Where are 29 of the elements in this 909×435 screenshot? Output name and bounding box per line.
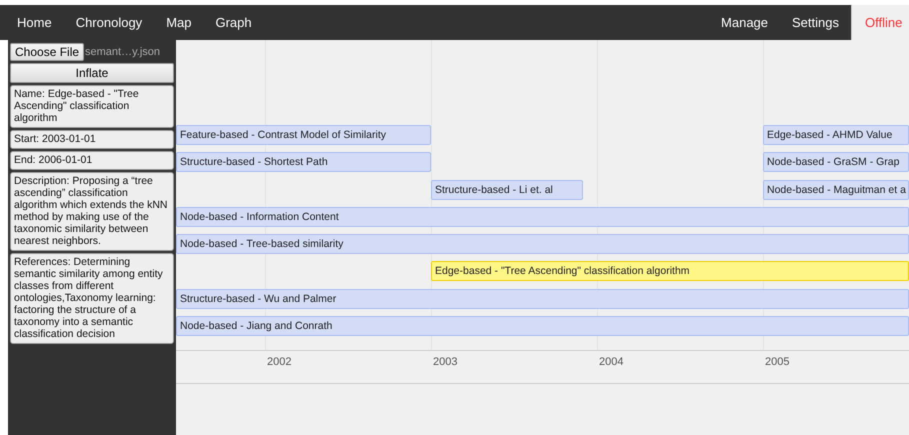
detail-field: Name: Edge-based - "Tree Ascending" classification algorithm [10,85,174,128]
timeline-item[interactable]: Node-based - Jiang and Conrath [176,316,909,336]
timeline-item[interactable]: Structure-based - Shortest Path [176,152,431,172]
file-name: semant…y.json [85,46,160,58]
detail-field: Description: Proposing a “tree ascending” classification algorithm which extends the kNN method by making use of the taxonomic similarity between nearest neighbors. [10,172,174,251]
timeline-item[interactable]: Node-based - Maguitman et a [763,180,909,200]
timeline-item[interactable]: Structure-based - Li et. al [431,180,583,200]
year-label: 2003 [433,356,458,368]
timeline-item[interactable]: Node-based - GraSM - Grap [763,152,909,172]
inflate-button[interactable]: Inflate [10,63,174,83]
detail-field: Start: 2003-01-01 [10,130,174,149]
timeline-item[interactable]: Node-based - Information Content [176,206,909,227]
timeline-item[interactable]: Edge-based - "Tree Ascending" classification algorithm [431,261,909,282]
nav-link[interactable]: Manage [709,5,780,40]
nav-link[interactable]: Home [0,5,64,40]
timeline-item[interactable]: Feature-based - Contrast Model of Similarity [176,125,431,145]
year-label: 2002 [267,356,292,368]
timeline-item[interactable]: Structure-based - Wu and Palmer [176,288,909,309]
nav-link[interactable]: Chronology [64,5,154,40]
choose-file-button[interactable]: Choose File [10,43,84,61]
timeline-item[interactable]: Node-based - Tree-based similarity [176,234,909,254]
nav-link[interactable]: Map [154,5,204,40]
year-label: 2005 [765,356,790,368]
year-label: 2004 [599,356,624,368]
detail-field: End: 2006-01-01 [10,151,174,170]
detail-field: References: Determining semantic similarity among entity classes from different ontologies,Taxonomy learning: factoring the structure of a taxonomy into a semantic classification decision [10,253,174,344]
timeline-item[interactable]: Edge-based - AHMD Value [763,125,909,145]
nav-link[interactable]: Graph [203,5,264,40]
nav-link[interactable]: Settings [780,5,851,40]
